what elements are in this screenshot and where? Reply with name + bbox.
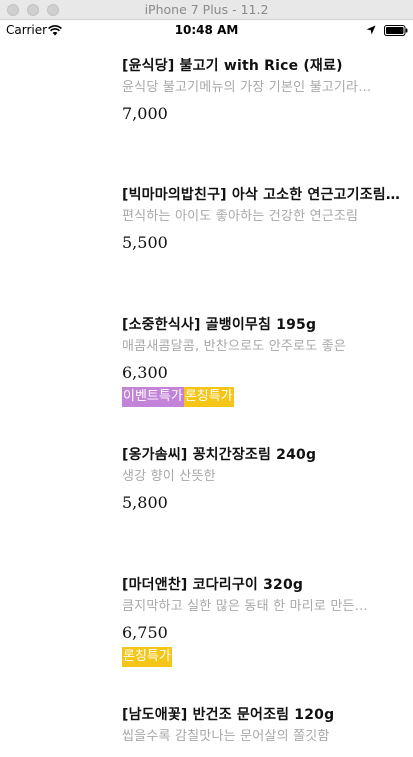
product-name: [남도애꽃] 반건조 문어조림 120g xyxy=(122,707,335,723)
product-item[interactable]: [윤식당] 불고기 with Rice (재료) 윤식당 불고기메뉴의 가장 기본… xyxy=(122,56,405,125)
product-name: [옹가솜씨] 꽁치간장조림 240g xyxy=(122,447,317,463)
ios-status-bar: Carrier 10:48 AM xyxy=(0,20,413,42)
product-price: 5,800 xyxy=(122,493,168,512)
product-price: 5,500 xyxy=(122,233,168,252)
product-price: 7,000 xyxy=(122,104,168,123)
product-price: 6,300 xyxy=(122,363,168,382)
event-special-badge: 이벤트특가 xyxy=(122,387,184,407)
product-item[interactable]: [옹가솜씨] 꽁치간장조림 240g 생강 향이 산뜻한 5,800 xyxy=(122,445,405,514)
product-name: [마더앤찬] 코다리구이 320g xyxy=(122,577,304,593)
window-titlebar: iPhone 7 Plus - 11.2 xyxy=(0,0,413,20)
product-name: [소중한식사] 골뱅이무침 195g xyxy=(122,317,317,333)
product-description: 생강 향이 산뜻한 xyxy=(122,469,216,484)
badge-row: 론칭특가 xyxy=(122,647,405,667)
product-description: 큼지막하고 실한 많은 동태 한 마리로 만든… xyxy=(122,599,368,614)
product-name: [윤식당] 불고기 with Rice (재료) xyxy=(122,58,343,74)
product-description: 윤식당 불고기메뉴의 가장 기본인 불고기라… xyxy=(122,80,372,95)
product-item[interactable]: [소중한식사] 골뱅이무침 195g 매콤새콤달콤, 반찬으로도 안주로도 좋은 6… xyxy=(122,315,405,407)
product-list-scroll[interactable]: [윤식당] 불고기 with Rice (재료) 윤식당 불고기메뉴의 가장 기본… xyxy=(0,42,413,757)
product-price: 6,750 xyxy=(122,623,168,642)
badge-row: 이벤트특가 론칭특가 xyxy=(122,387,405,407)
launch-special-badge: 론칭특가 xyxy=(183,387,234,407)
product-item[interactable]: [빅마마의밥친구] 아삭 고소한 연근고기조림… 편식하는 아이도 좋아하는 건강… xyxy=(122,185,405,254)
product-name: [빅마마의밥친구] 아삭 고소한 연근고기조림… xyxy=(122,187,401,203)
launch-special-badge: 론칭특가 xyxy=(122,647,172,667)
product-description: 편식하는 아이도 좋아하는 건강한 연근조림 xyxy=(122,209,359,224)
simulator-window: iPhone 7 Plus - 11.2 Carrier 10:48 AM [윤… xyxy=(0,0,413,757)
battery-icon xyxy=(384,25,408,36)
location-arrow-icon xyxy=(366,25,376,35)
product-item[interactable]: [남도애꽃] 반건조 문어조림 120g 씹을수록 감칠맛나는 문어살의 쫄깃함 xyxy=(122,705,405,746)
window-title: iPhone 7 Plus - 11.2 xyxy=(144,2,269,17)
product-description: 매콤새콤달콤, 반찬으로도 안주로도 좋은 xyxy=(122,339,347,354)
status-time: 10:48 AM xyxy=(174,23,239,37)
product-description: 씹을수록 감칠맛나는 문어살의 쫄깃함 xyxy=(122,729,330,744)
product-item[interactable]: [마더앤찬] 코다리구이 320g 큼지막하고 실한 많은 동태 한 마리로 만든… xyxy=(122,575,405,667)
product-list: [윤식당] 불고기 with Rice (재료) 윤식당 불고기메뉴의 가장 기본… xyxy=(0,42,413,757)
